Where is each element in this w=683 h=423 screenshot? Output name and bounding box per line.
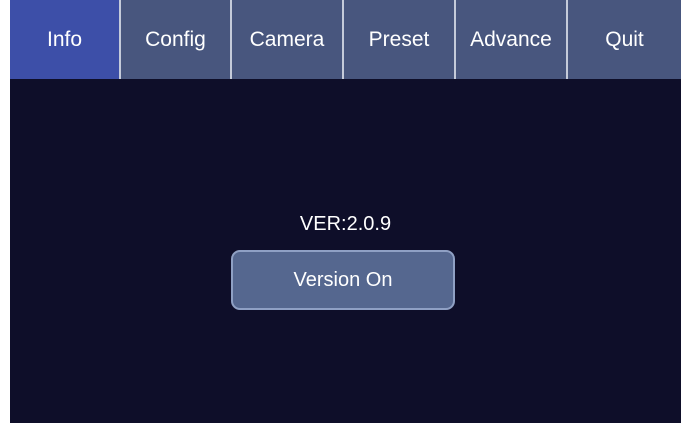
- tab-quit[interactable]: Quit: [568, 0, 681, 79]
- tab-camera[interactable]: Camera: [232, 0, 344, 79]
- tab-info[interactable]: Info: [10, 0, 121, 79]
- version-on-button[interactable]: Version On: [231, 250, 455, 310]
- tab-advance[interactable]: Advance: [456, 0, 568, 79]
- tab-preset[interactable]: Preset: [344, 0, 456, 79]
- tab-bar: Info Config Camera Preset Advance Quit: [10, 0, 681, 79]
- tab-config[interactable]: Config: [121, 0, 232, 79]
- version-text: VER:2.0.9: [299, 213, 392, 235]
- camera-menu-screen: Info Config Camera Preset Advance Quit V…: [10, 0, 681, 423]
